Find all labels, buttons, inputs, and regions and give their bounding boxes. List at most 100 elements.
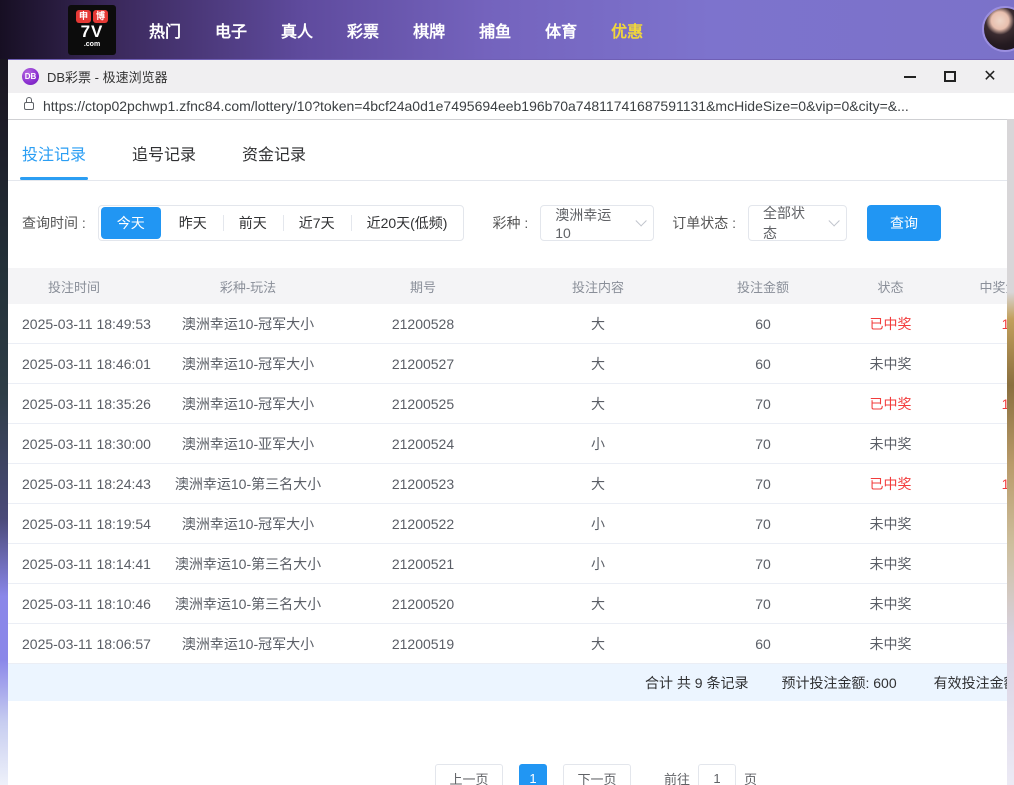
chevron-down-icon	[829, 215, 840, 226]
lottery-select-value: 澳洲幸运10	[555, 205, 625, 241]
table-row: 2025-03-11 18:19:54澳洲幸运10-冠军大小21200522小7…	[8, 504, 1014, 544]
cell-status: 未中奖	[838, 434, 943, 454]
logo-tile-1: 申	[76, 10, 91, 23]
nav-item-promotions[interactable]: 优惠	[611, 18, 643, 42]
nav-item-fishing[interactable]: 捕鱼	[479, 18, 511, 42]
table-row: 2025-03-11 18:30:00澳洲幸运10-亚军大小21200524小7…	[8, 424, 1014, 464]
prev-page-button[interactable]: 上一页	[435, 764, 503, 785]
table-row: 2025-03-11 18:24:43澳洲幸运10-第三名大小21200523大…	[8, 464, 1014, 504]
window-controls: ✕	[896, 65, 1014, 89]
table-row: 2025-03-11 18:49:53澳洲幸运10-冠军大小21200528大6…	[8, 304, 1014, 344]
cell-bet-content: 小	[508, 514, 688, 534]
cell-game-play: 澳洲幸运10-冠军大小	[158, 394, 338, 414]
lottery-select[interactable]: 澳洲幸运10	[540, 205, 654, 241]
nav-item-lottery[interactable]: 彩票	[347, 18, 379, 42]
cell-bet-time: 2025-03-11 18:06:57	[8, 636, 158, 652]
goto-page-input[interactable]	[698, 764, 736, 785]
page-url: https://ctop02pchwp1.zfnc84.com/lottery/…	[43, 98, 909, 114]
cell-bet-content: 大	[508, 394, 688, 414]
cell-game-play: 澳洲幸运10-冠军大小	[158, 634, 338, 654]
cell-bet-time: 2025-03-11 18:35:26	[8, 396, 158, 412]
maximize-button[interactable]	[936, 65, 964, 89]
background-edge-strip	[1007, 119, 1014, 785]
page-unit-label: 页	[744, 769, 757, 785]
cell-bet-time: 2025-03-11 18:10:46	[8, 596, 158, 612]
site-logo[interactable]: 申 博 7V .com	[68, 5, 116, 55]
column-header: 彩种-玩法	[158, 277, 338, 296]
column-header: 中奖金额	[943, 277, 1014, 296]
goto-page-label: 前往	[664, 769, 690, 785]
cell-bet-content: 小	[508, 554, 688, 574]
pagination: 上一页 1 下一页 前往 页	[435, 764, 757, 785]
next-page-button[interactable]: 下一页	[563, 764, 631, 785]
time-filter-option[interactable]: 今天	[101, 207, 161, 239]
cell-bet-content: 大	[508, 314, 688, 334]
tab-fund-records[interactable]: 资金记录	[242, 141, 306, 180]
cell-win-amount: 1	[943, 316, 1014, 332]
cell-issue-number: 21200521	[338, 556, 508, 572]
time-filter-label: 查询时间 :	[22, 213, 86, 233]
cell-bet-amount: 70	[688, 436, 838, 452]
user-avatar[interactable]	[982, 6, 1014, 52]
cell-issue-number: 21200523	[338, 476, 508, 492]
minimize-button[interactable]	[896, 65, 924, 89]
order-status-value: 全部状态	[763, 203, 818, 243]
cell-bet-time: 2025-03-11 18:46:01	[8, 356, 158, 372]
site-navbar: 申 博 7V .com 热门 电子 真人 彩票 棋牌 捕鱼 体育 优惠	[0, 0, 1014, 59]
cell-game-play: 澳洲幸运10-冠军大小	[158, 354, 338, 374]
nav-item-sports[interactable]: 体育	[545, 18, 577, 42]
browser-app-icon: DB	[22, 68, 39, 85]
logo-red-tiles: 申 博	[76, 10, 108, 23]
cell-bet-amount: 60	[688, 356, 838, 372]
nav-item-live[interactable]: 真人	[281, 18, 313, 42]
table-row: 2025-03-11 18:06:57澳洲幸运10-冠军大小21200519大6…	[8, 624, 1014, 664]
tab-bet-records[interactable]: 投注记录	[22, 141, 86, 180]
time-filter-option[interactable]: 昨天	[163, 206, 223, 240]
time-filter-option[interactable]: 近7天	[283, 206, 351, 240]
cell-bet-amount: 70	[688, 516, 838, 532]
table-body: 2025-03-11 18:49:53澳洲幸运10-冠军大小21200528大6…	[8, 304, 1014, 664]
order-status-select[interactable]: 全部状态	[748, 205, 847, 241]
logo-tile-2: 博	[93, 10, 108, 23]
expected-bet-total: 预计投注金额: 600	[781, 673, 896, 693]
cell-bet-content: 大	[508, 474, 688, 494]
nav-item-board-games[interactable]: 棋牌	[413, 18, 445, 42]
cell-issue-number: 21200527	[338, 356, 508, 372]
time-filter-option[interactable]: 前天	[223, 206, 283, 240]
cell-bet-content: 大	[508, 594, 688, 614]
close-button[interactable]: ✕	[976, 65, 1004, 89]
cell-issue-number: 21200524	[338, 436, 508, 452]
cell-bet-amount: 70	[688, 596, 838, 612]
cell-status: 未中奖	[838, 594, 943, 614]
logo-suffix-text: .com	[84, 41, 100, 49]
cell-game-play: 澳洲幸运10-第三名大小	[158, 554, 338, 574]
cell-game-play: 澳洲幸运10-冠军大小	[158, 314, 338, 334]
query-button[interactable]: 查询	[867, 205, 941, 241]
desktop-screen: 申 博 7V .com 热门电子真人彩票棋牌捕鱼体育优惠 DB DB彩票 - 极…	[0, 0, 1014, 785]
cell-win-amount: 1	[943, 396, 1014, 412]
cell-status: 未中奖	[838, 354, 943, 374]
cell-win-amount: 1	[943, 476, 1014, 492]
bet-records-table: 投注时间彩种-玩法期号投注内容投注金额状态中奖金额 2025-03-11 18:…	[8, 268, 1014, 701]
site-nav-menu: 热门 电子 真人 彩票 棋牌 捕鱼 体育 优惠	[149, 18, 643, 42]
tab-chase-records[interactable]: 追号记录	[132, 141, 196, 180]
table-row: 2025-03-11 18:35:26澳洲幸运10-冠军大小21200525大7…	[8, 384, 1014, 424]
cell-issue-number: 21200522	[338, 516, 508, 532]
cell-bet-time: 2025-03-11 18:49:53	[8, 316, 158, 332]
current-page-button[interactable]: 1	[519, 764, 547, 785]
address-bar[interactable]: https://ctop02pchwp1.zfnc84.com/lottery/…	[8, 93, 1014, 120]
nav-item-slots[interactable]: 电子	[215, 18, 247, 42]
minimize-icon	[904, 76, 916, 78]
cell-issue-number: 21200520	[338, 596, 508, 612]
cell-bet-time: 2025-03-11 18:24:43	[8, 476, 158, 492]
nav-item-hot[interactable]: 热门	[149, 18, 181, 42]
cell-status: 未中奖	[838, 554, 943, 574]
record-tabs: 投注记录 追号记录 资金记录	[8, 120, 1014, 181]
cell-game-play: 澳洲幸运10-第三名大小	[158, 594, 338, 614]
cell-bet-amount: 60	[688, 316, 838, 332]
cell-status: 未中奖	[838, 634, 943, 654]
cell-game-play: 澳洲幸运10-第三名大小	[158, 474, 338, 494]
cell-issue-number: 21200528	[338, 316, 508, 332]
time-filter-option[interactable]: 近20天(低频)	[351, 206, 464, 240]
chevron-down-icon	[636, 215, 647, 226]
